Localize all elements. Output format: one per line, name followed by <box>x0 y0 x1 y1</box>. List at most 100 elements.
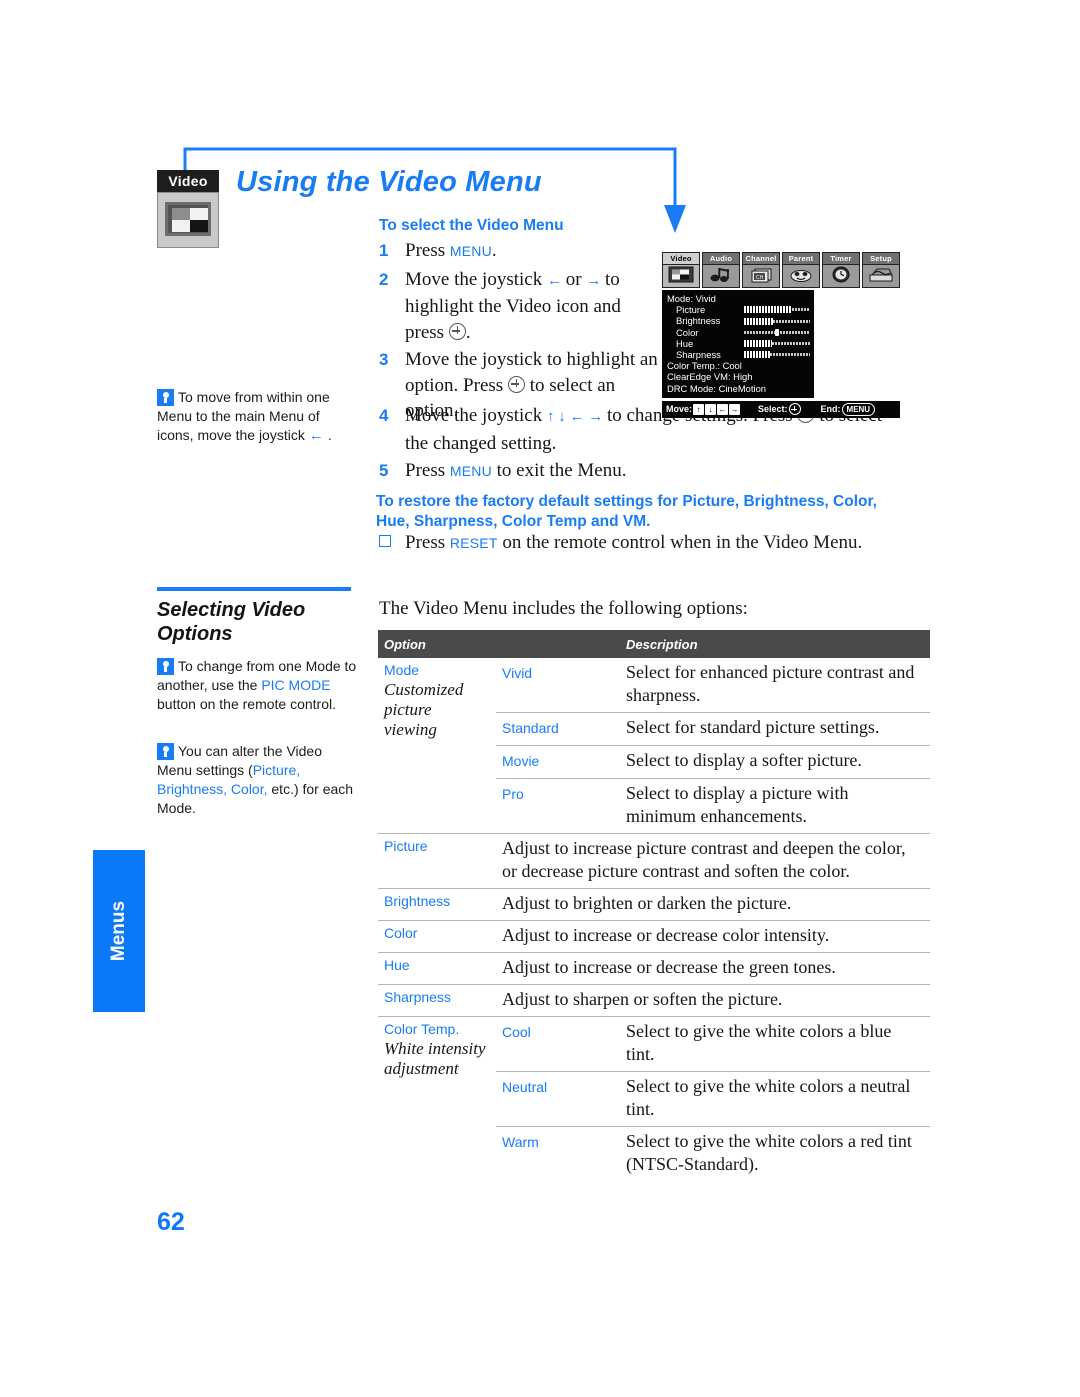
option-name: Brightness <box>384 893 451 909</box>
audio-icon <box>702 264 740 288</box>
osd-item-label: Color <box>676 326 699 338</box>
osd-screenshot: Video Audio Channel CH Parent Timer Setup Mode… <box>662 252 900 418</box>
osd-menu-item[interactable]: Mode: Vivid <box>667 293 810 304</box>
parent-icon <box>782 264 820 288</box>
osd-slider[interactable] <box>744 328 810 336</box>
osd-tab-parent[interactable]: Parent <box>782 252 820 288</box>
osd-item-label: Picture <box>676 304 706 316</box>
osd-tab-setup[interactable]: Setup <box>862 252 900 288</box>
table-cell-value: Neutral <box>496 1071 620 1127</box>
joystick-press-icon <box>507 375 525 393</box>
svg-text:CH: CH <box>756 275 764 281</box>
reset-heading: To restore the factory default settings … <box>376 493 877 530</box>
section-title: Selecting Video Options <box>157 599 306 645</box>
joystick-press-icon <box>448 322 466 340</box>
osd-select-label: Select: <box>758 404 788 415</box>
osd-slider[interactable] <box>744 339 810 347</box>
menus-side-tab: Menus <box>93 850 145 1012</box>
osd-menu-item[interactable]: ClearEdge VM: High <box>667 371 810 382</box>
osd-end-label: End: <box>820 404 841 415</box>
osd-tab-video[interactable]: Video <box>662 252 700 288</box>
osd-tab-channel[interactable]: Channel CH <box>742 252 780 288</box>
osd-tab-label: Channel <box>742 252 780 264</box>
option-value: Vivid <box>502 665 533 681</box>
osd-slider[interactable] <box>744 317 810 325</box>
osd-tab-label: Setup <box>862 252 900 264</box>
osd-tab-audio[interactable]: Audio <box>702 252 740 288</box>
table-cell-option: Color Temp. White intensity adjustment <box>378 1016 496 1181</box>
lightbulb-tip-icon <box>157 743 174 760</box>
arrow-right-icon: → <box>586 272 606 289</box>
osd-menu-item[interactable]: Color <box>667 327 810 338</box>
procedure-steps-1-3: 1 Press MENU. 2 Move the joystick ← or → to… <box>379 238 659 426</box>
table-row: Brightness Adjust to brighten or darken t… <box>378 888 930 921</box>
timer-icon <box>822 264 860 288</box>
table-cell-description: Select to display a picture with minimum… <box>620 778 930 834</box>
osd-menu-item[interactable]: Hue <box>667 338 810 349</box>
table-cell-option: Color <box>378 920 496 953</box>
arrow-down-icon: ↓ <box>558 409 570 425</box>
osd-item-label: Brightness <box>676 315 721 327</box>
table-cell-description: Adjust to increase picture contrast and … <box>496 833 930 889</box>
osd-move-key-down-icon: ↓ <box>705 403 717 415</box>
table-cell-option: Picture <box>378 833 496 889</box>
lightbulb-tip-icon <box>157 389 174 406</box>
column-header-option: Option <box>378 630 620 658</box>
table-row: Hue Adjust to increase or decrease the gr… <box>378 952 930 985</box>
video-icon <box>662 264 700 288</box>
osd-tab-timer[interactable]: Timer <box>822 252 860 288</box>
option-value: Neutral <box>502 1079 548 1095</box>
page-number: 62 <box>157 1208 185 1236</box>
osd-video-panel: Mode: Vivid Picture Brightness Color Hue Shar… <box>662 290 814 398</box>
osd-tab-label: Timer <box>822 252 860 264</box>
option-subtitle: Customized picture viewing <box>384 680 464 739</box>
video-menu-badge: Video <box>157 170 219 248</box>
option-value: Movie <box>502 753 540 769</box>
osd-slider[interactable] <box>744 306 810 314</box>
osd-menu-item[interactable]: DRC Mode: CineMotion <box>667 383 810 394</box>
table-row: Color Adjust to increase or decrease colo… <box>378 920 930 953</box>
page-title: Using the Video Menu <box>236 166 542 198</box>
option-subtitle: White intensity adjustment <box>384 1039 486 1078</box>
table-cell-option: Mode Customized picture viewing <box>378 658 496 834</box>
table-cell-option: Sharpness <box>378 984 496 1017</box>
key-label: MENU <box>449 243 492 259</box>
menus-side-tab-label: Menus <box>108 900 129 962</box>
option-name: Color Temp. <box>384 1021 460 1037</box>
table-header-row: Option Description <box>378 630 930 658</box>
option-name: Color <box>384 925 418 941</box>
osd-menu-item[interactable]: Sharpness <box>667 349 810 360</box>
procedure-heading: To select the Video Menu <box>379 217 564 234</box>
osd-slider[interactable] <box>744 351 810 359</box>
step-number: 1 <box>379 241 389 260</box>
table-row: Picture Adjust to increase picture contra… <box>378 833 930 889</box>
table-cell-description: Select to display a softer picture. <box>620 745 930 779</box>
table-cell-value: Standard <box>496 712 620 746</box>
osd-move-key-up-icon: ↑ <box>693 403 705 415</box>
table-cell-value: Movie <box>496 745 620 779</box>
table-cell-description: Select to give the white colors a red ti… <box>620 1126 930 1181</box>
osd-menu-item[interactable]: Color Temp.: Cool <box>667 360 810 371</box>
arrow-left-icon: ← <box>569 409 589 425</box>
osd-move-key-right-icon: → <box>729 403 741 415</box>
step-number: 4 <box>379 406 389 425</box>
osd-footer-bar: Move: ↑ ↓ ← → Select: End: MENU <box>662 400 900 418</box>
option-value: Standard <box>502 720 559 736</box>
checkbox-bullet-icon <box>379 530 405 556</box>
table-cell-option: Brightness <box>378 888 496 921</box>
option-name: Sharpness <box>384 989 451 1005</box>
table-cell-description: Adjust to increase or decrease the green… <box>496 952 930 985</box>
table-cell-value: Warm <box>496 1126 620 1181</box>
osd-slider-knob <box>775 328 779 336</box>
option-name: Picture <box>384 838 428 854</box>
table-row: Color Temp. White intensity adjustment Coo… <box>378 1016 930 1181</box>
option-value: Cool <box>502 1024 531 1040</box>
osd-menu-item[interactable]: Brightness <box>667 315 810 326</box>
table-row: Sharpness Adjust to sharpen or soften the… <box>378 984 930 1017</box>
section-rule <box>157 587 351 591</box>
table-cell-option: Hue <box>378 952 496 985</box>
option-value: Warm <box>502 1134 539 1150</box>
highlight-term: Picture, Brightness, Color, <box>157 762 301 797</box>
procedure-step: 1 Press MENU. <box>379 238 659 265</box>
osd-menu-item[interactable]: Picture <box>667 304 810 315</box>
